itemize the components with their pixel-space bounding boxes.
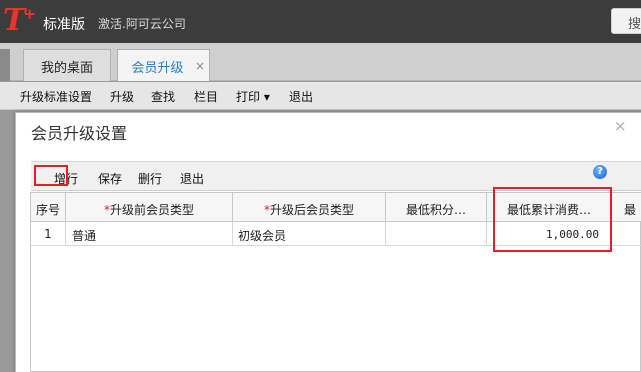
min-spend-highlight [493, 187, 612, 252]
close-icon[interactable]: × [614, 117, 627, 135]
tab-label: 会员升级 [131, 61, 184, 76]
column-header-index[interactable]: 序号 [31, 193, 66, 221]
activate-link[interactable]: 激活.阿可云公司 [98, 15, 186, 32]
column-header-min-points[interactable]: 最低积分… [386, 193, 487, 221]
column-header-label: 升级后会员类型 [269, 203, 354, 217]
cell-index: 1 [31, 222, 66, 245]
help-icon[interactable]: ? [593, 165, 607, 179]
delete-row-button[interactable]: 删行 [138, 170, 162, 187]
logo-plus: + [23, 5, 36, 23]
cell-before-type[interactable]: 普通 [66, 222, 233, 245]
upgrade-standard-settings-button[interactable]: 升级标准设置 [20, 88, 92, 105]
column-header-label: 升级前会员类型 [109, 203, 194, 217]
tab-label: 我的桌面 [40, 61, 93, 76]
search-button[interactable]: 搜 [611, 8, 641, 34]
print-button[interactable]: 打印 ▾ [236, 88, 270, 105]
tab-bar-edge [0, 49, 10, 81]
add-row-highlight [34, 165, 68, 186]
tab-member-upgrade[interactable]: 会员升级 × [117, 49, 210, 81]
logo-letter: T [3, 3, 26, 38]
cell-next[interactable] [612, 222, 641, 245]
find-button[interactable]: 查找 [151, 88, 175, 105]
exit-button[interactable]: 退出 [289, 88, 313, 105]
close-icon[interactable]: × [195, 59, 205, 73]
column-header-label: 序号 [35, 203, 60, 217]
tab-my-desktop[interactable]: 我的桌面 [23, 49, 111, 81]
exit-button[interactable]: 退出 [180, 170, 204, 187]
column-header-label: 最低积分… [405, 203, 466, 217]
app-logo: T + [3, 3, 36, 38]
app-header: T + 标准版 激活.阿可云公司 搜 [0, 0, 641, 43]
main-toolbar: 升级标准设置 升级 查找 栏目 打印 ▾ 退出 [0, 82, 641, 110]
column-header-label: 最 [624, 203, 637, 217]
edition-label: 标准版 [43, 17, 85, 33]
column-header-before-type[interactable]: *升级前会员类型 [66, 193, 233, 221]
upgrade-button[interactable]: 升级 [110, 88, 134, 105]
column-header-after-type[interactable]: *升级后会员类型 [233, 193, 386, 221]
dialog-title: 会员升级设置 [31, 124, 128, 143]
cell-min-points[interactable] [386, 222, 487, 245]
cell-after-type[interactable]: 初级会员 [233, 222, 386, 245]
tab-bar: 我的桌面 会员升级 × [0, 43, 641, 81]
column-header-next[interactable]: 最 [612, 193, 641, 221]
columns-button[interactable]: 栏目 [194, 88, 218, 105]
save-button[interactable]: 保存 [98, 170, 122, 187]
